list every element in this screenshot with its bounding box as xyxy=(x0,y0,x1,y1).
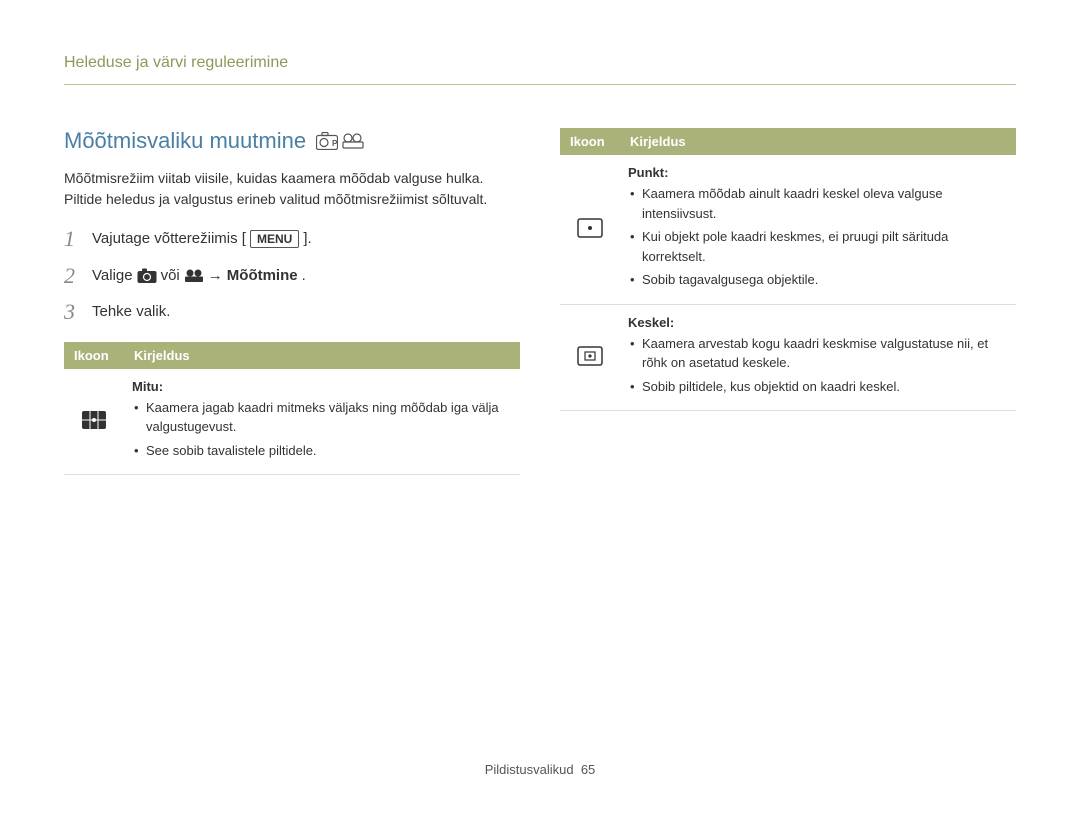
step-1-pre: Vajutage võtterežiimis [ xyxy=(92,228,246,251)
step-1-post: ]. xyxy=(303,228,311,251)
arrow-icon: → xyxy=(208,265,223,288)
desc-cell: Keskel: Kaamera arvestab kogu kaadri kes… xyxy=(620,304,1016,411)
step-text: Valige või → Mõõtmine. xyxy=(92,265,306,288)
list-item: Sobib tagavalgusega objektile. xyxy=(628,270,1008,290)
step-3: 3 Tehke valik. xyxy=(64,301,520,324)
step-number: 1 xyxy=(64,228,78,250)
mode-icons-group: P xyxy=(316,132,364,150)
header-divider xyxy=(64,84,1016,85)
list-item: Kui objekt pole kaadri keskmes, ei pruug… xyxy=(628,227,1008,266)
list-item: Kaamera jagab kaadri mitmeks väljaks nin… xyxy=(132,398,512,437)
th-desc: Kirjeldus xyxy=(620,128,1016,155)
desc-cell: Punkt: Kaamera mõõdab ainult kaadri kesk… xyxy=(620,155,1016,304)
icon-cell xyxy=(560,304,620,411)
breadcrumb-title: Heleduse ja värvi reguleerimine xyxy=(64,54,288,72)
center-metering-icon xyxy=(577,346,603,366)
multi-metering-icon xyxy=(81,410,107,430)
step-text: Tehke valik. xyxy=(92,301,170,324)
steps-list: 1 Vajutage võtterežiimis [MENU]. 2 Valig… xyxy=(64,228,520,324)
row-title: Mitu: xyxy=(132,379,512,394)
list-item: Sobib piltidele, kus objektid on kaadri … xyxy=(628,377,1008,397)
list-item: See sobib tavalistele piltidele. xyxy=(132,441,512,461)
left-column: Mõõtmisvaliku muutmine P Mõõtmisrežiim v… xyxy=(64,128,520,475)
list-item: Kaamera mõõdab ainult kaadri keskel olev… xyxy=(628,184,1008,223)
icon-table-left: Ikoon Kirjeldus xyxy=(64,342,520,476)
page-footer: Pildistusvalikud 65 xyxy=(0,762,1080,777)
icon-cell xyxy=(64,369,124,475)
section-title-text: Mõõtmisvaliku muutmine xyxy=(64,128,306,154)
list-item: Kaamera arvestab kogu kaadri keskmise va… xyxy=(628,334,1008,373)
row-title: Punkt: xyxy=(628,165,1008,180)
step-2-target: Mõõtmine xyxy=(227,265,298,288)
video-small-icon xyxy=(184,269,204,283)
icon-table-right: Ikoon Kirjeldus Punkt: Kaamera xyxy=(560,128,1016,411)
th-icon: Ikoon xyxy=(560,128,620,155)
camera-p-icon: P xyxy=(316,132,338,150)
step-1: 1 Vajutage võtterežiimis [MENU]. xyxy=(64,228,520,251)
content-columns: Mõõtmisvaliku muutmine P Mõõtmisrežiim v… xyxy=(64,128,1016,475)
menu-button-label: MENU xyxy=(250,230,299,248)
intro-paragraph: Mõõtmisrežiim viitab viisile, kuidas kaa… xyxy=(64,168,520,210)
desc-cell: Mitu: Kaamera jagab kaadri mitmeks välja… xyxy=(124,369,520,475)
footer-section: Pildistusvalikud xyxy=(485,762,574,777)
step-2-pre: Valige xyxy=(92,265,133,288)
step-2-mid: või xyxy=(161,265,180,288)
camera-small-icon xyxy=(137,268,157,284)
step-2-end: . xyxy=(302,265,306,288)
icon-cell xyxy=(560,155,620,304)
th-desc: Kirjeldus xyxy=(124,342,520,369)
table-row: Mitu: Kaamera jagab kaadri mitmeks välja… xyxy=(64,369,520,475)
step-number: 2 xyxy=(64,265,78,287)
step-text: Vajutage võtterežiimis [MENU]. xyxy=(92,228,312,251)
svg-text:P: P xyxy=(332,139,338,148)
video-icon xyxy=(342,133,364,149)
footer-page-number: 65 xyxy=(581,762,595,777)
th-icon: Ikoon xyxy=(64,342,124,369)
step-2: 2 Valige või → Mõõtmine. xyxy=(64,265,520,288)
section-heading: Mõõtmisvaliku muutmine P xyxy=(64,128,520,154)
desc-list: Kaamera arvestab kogu kaadri keskmise va… xyxy=(628,334,1008,397)
table-row: Punkt: Kaamera mõõdab ainult kaadri kesk… xyxy=(560,155,1016,304)
desc-list: Kaamera mõõdab ainult kaadri keskel olev… xyxy=(628,184,1008,290)
table-row: Keskel: Kaamera arvestab kogu kaadri kes… xyxy=(560,304,1016,411)
row-title: Keskel: xyxy=(628,315,1008,330)
spot-metering-icon xyxy=(577,218,603,238)
step-number: 3 xyxy=(64,301,78,323)
desc-list: Kaamera jagab kaadri mitmeks väljaks nin… xyxy=(132,398,512,461)
right-column: Ikoon Kirjeldus Punkt: Kaamera xyxy=(560,128,1016,475)
